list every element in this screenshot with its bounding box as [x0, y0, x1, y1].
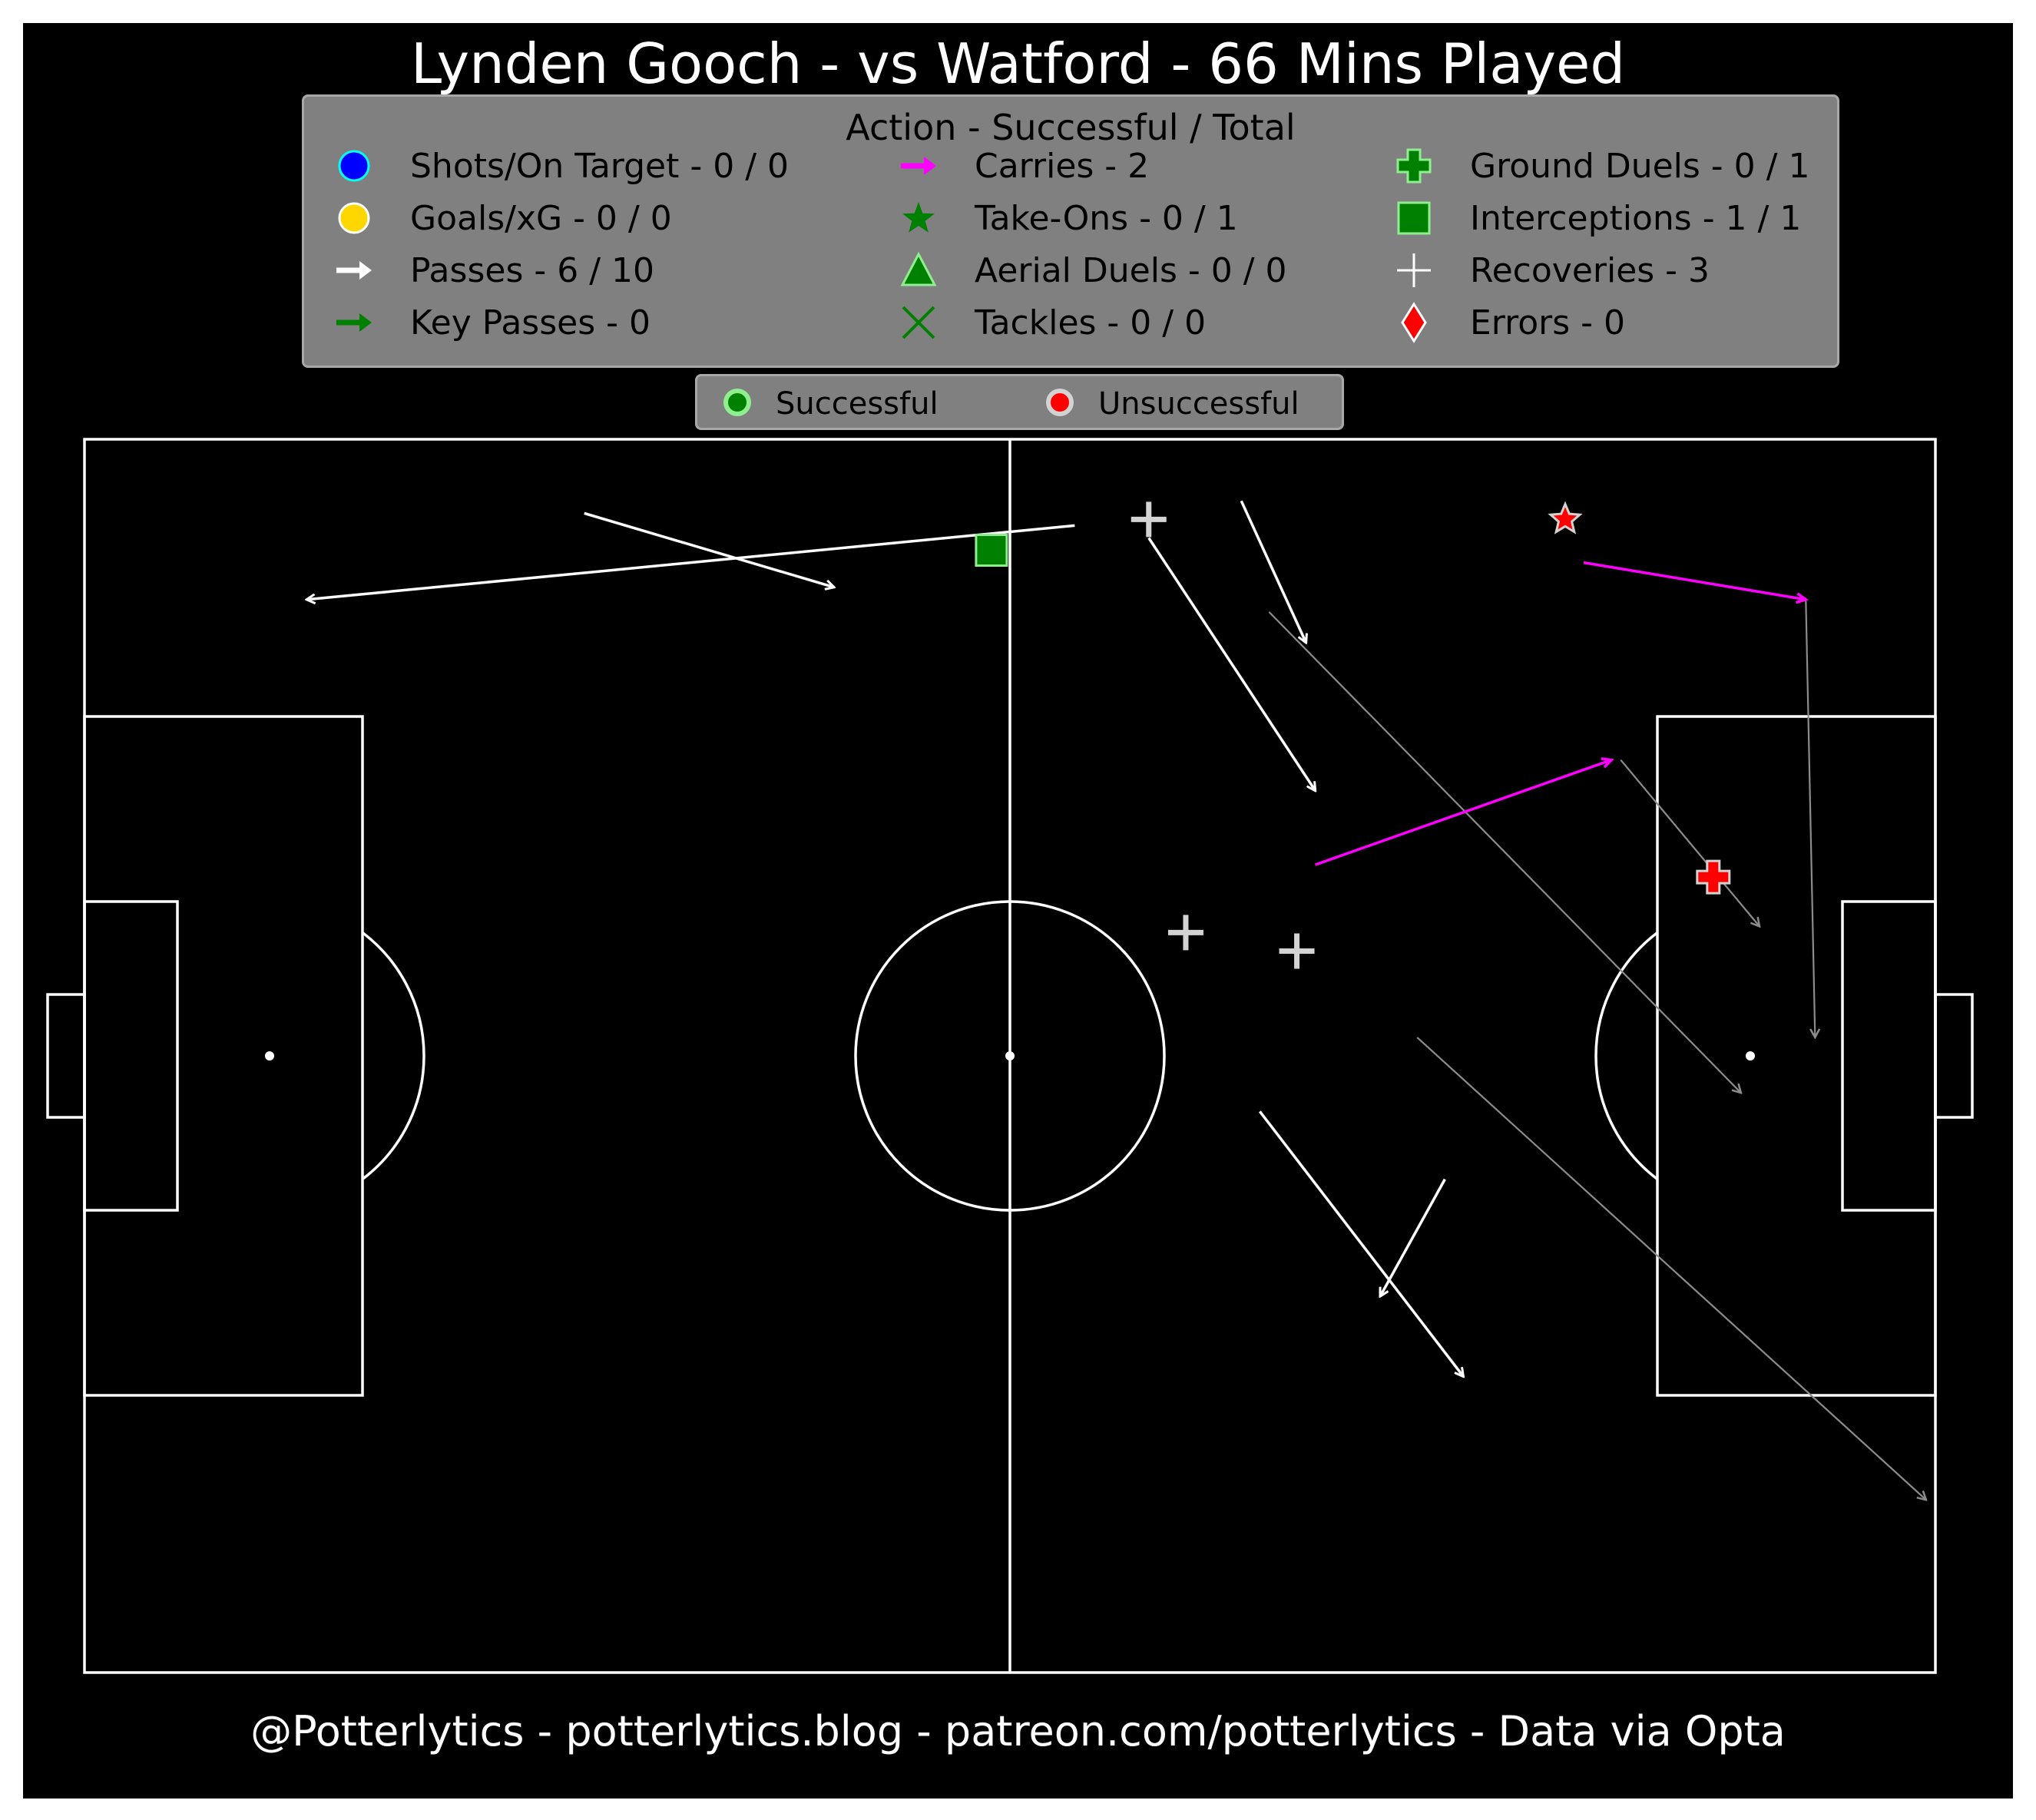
ground-duel-marker — [1696, 859, 1731, 895]
pitch-marks — [306, 500, 1926, 1500]
pass-successful-arrow — [1379, 1178, 1446, 1297]
pass-successful-arrow — [1147, 537, 1316, 790]
left-penalty-area — [83, 715, 364, 1397]
legend-item: Recoveries - 3 — [1387, 247, 1710, 293]
left-penalty-spot — [265, 1051, 274, 1061]
cross-icon — [1387, 143, 1441, 189]
legend-item: Goals/xG - 0 / 0 — [327, 195, 672, 241]
take-on-marker — [1548, 501, 1583, 534]
legend-item: Passes - 6 / 10 — [327, 247, 654, 293]
legend-item: Errors - 0 — [1387, 299, 1625, 346]
legend-item-label: Carries - 2 — [975, 146, 1150, 186]
circle-icon — [327, 143, 381, 189]
successful-marker-icon — [720, 386, 754, 422]
legend-item-label: Passes - 6 / 10 — [410, 250, 654, 290]
recovery-marker — [1279, 933, 1315, 969]
arrow-icon — [327, 247, 381, 293]
action-legend: Action - Successful / Total Shots/On Tar… — [302, 94, 1839, 368]
plus-icon — [1387, 247, 1441, 293]
star-icon — [892, 195, 945, 241]
pass-unsuccessful-arrow — [1416, 1037, 1926, 1500]
legend-successful-label: Successful — [776, 386, 939, 422]
left-goal — [46, 993, 86, 1119]
legend-item-label: Ground Duels - 0 / 1 — [1470, 146, 1810, 186]
left-six-yard-box — [83, 900, 179, 1212]
pass-successful-arrow — [1258, 1110, 1463, 1376]
pass-successful-arrow — [1240, 500, 1306, 643]
pass-unsuccessful-arrow — [1268, 611, 1741, 1093]
legend-unsuccessful: Unsuccessful — [1043, 381, 1299, 427]
diamond-icon — [1387, 299, 1441, 346]
chart-footer: @Potterlytics - potterlytics.blog - patr… — [250, 1707, 1786, 1755]
pass-successful-arrow — [584, 511, 834, 587]
circle-icon — [327, 195, 381, 241]
arrow-icon — [327, 299, 381, 346]
right-six-yard-box — [1841, 900, 1937, 1212]
arrow-icon — [892, 143, 945, 189]
legend-item-label: Shots/On Target - 0 / 0 — [410, 146, 790, 186]
square-icon — [1387, 195, 1441, 241]
legend-item: Ground Duels - 0 / 1 — [1387, 143, 1809, 189]
legend-item-label: Errors - 0 — [1470, 303, 1626, 342]
carry-arrow — [1583, 561, 1806, 600]
outcome-legend: Successful Unsuccessful — [695, 374, 1344, 430]
legend-item-label: Recoveries - 3 — [1470, 250, 1710, 290]
carry-arrow — [1315, 760, 1612, 866]
pass-unsuccessful-arrow — [1805, 599, 1815, 1037]
chart-title: Lynden Gooch - vs Watford - 66 Mins Play… — [410, 31, 1626, 96]
legend-item: Key Passes - 0 — [327, 299, 651, 346]
legend-item-label: Aerial Duels - 0 / 0 — [975, 250, 1287, 290]
legend-item-label: Take-Ons - 0 / 1 — [975, 198, 1238, 238]
legend-item: Take-Ons - 0 / 1 — [892, 195, 1238, 241]
left-penalty-arc — [361, 932, 425, 1180]
legend-item: Shots/On Target - 0 / 0 — [327, 143, 789, 189]
legend-item: Tackles - 0 / 0 — [892, 299, 1206, 346]
right-goal — [1934, 993, 1974, 1119]
legend-item-label: Key Passes - 0 — [410, 303, 651, 342]
legend-successful: Successful — [720, 381, 939, 427]
triangle-icon — [892, 247, 945, 293]
legend-item-label: Goals/xG - 0 / 0 — [410, 198, 672, 238]
pitch-lines — [46, 438, 1974, 1674]
recovery-marker — [1131, 501, 1167, 538]
interception-marker — [975, 534, 1008, 568]
legend-item: Carries - 2 — [892, 143, 1149, 189]
right-penalty-arc — [1594, 932, 1659, 1180]
legend-item: Aerial Duels - 0 / 0 — [892, 247, 1287, 293]
pass-unsuccessful-arrow — [1620, 759, 1760, 927]
unsuccessful-marker-icon — [1043, 386, 1077, 422]
legend-item-label: Interceptions - 1 / 1 — [1470, 198, 1802, 238]
x-icon — [892, 299, 945, 346]
legend-item: Interceptions - 1 / 1 — [1387, 195, 1801, 241]
recovery-marker — [1167, 915, 1203, 951]
centre-spot — [1005, 1051, 1015, 1061]
legend-unsuccessful-label: Unsuccessful — [1098, 386, 1299, 422]
pass-successful-arrow — [306, 524, 1075, 599]
legend-item-label: Tackles - 0 / 0 — [975, 303, 1207, 342]
right-penalty-spot — [1746, 1051, 1755, 1061]
